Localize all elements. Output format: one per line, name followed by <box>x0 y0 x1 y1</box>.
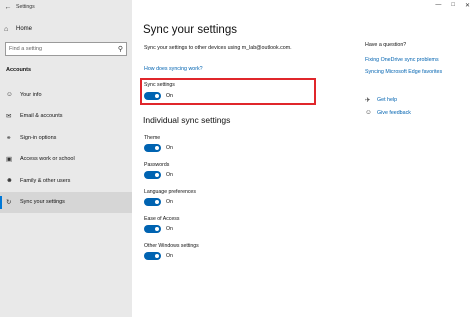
onedrive-sync-link[interactable]: Fixing OneDrive sync problems <box>365 57 439 63</box>
edge-favorites-link[interactable]: Syncing Microsoft Edge favorites <box>365 69 442 75</box>
toggle-state: On <box>166 199 173 205</box>
question-heading: Have a question? <box>365 42 407 48</box>
toggle-state: On <box>166 172 173 178</box>
toggle-state: On <box>166 226 173 232</box>
setting-label: Ease of Access <box>144 216 180 222</box>
main-content: — □ ✕ Sync your settings Sync your setti… <box>132 0 474 317</box>
toggle-knob <box>155 227 159 231</box>
toggle-row: On <box>144 144 173 152</box>
person-icon: ☺ <box>6 91 13 99</box>
sidebar-item-label: Access work or school <box>20 156 75 163</box>
home-label: Home <box>16 26 33 32</box>
window-controls: — □ ✕ <box>435 2 470 9</box>
setting-label: Passwords <box>144 162 170 168</box>
toggle-knob <box>155 173 159 177</box>
sync-settings-toggle-row: On <box>144 92 173 100</box>
toggle-row: On <box>144 198 196 206</box>
get-help-link[interactable]: Get help <box>377 97 397 103</box>
sidebar-item-your-info[interactable]: ☺ Your info <box>0 84 132 106</box>
people-icon: ☻ <box>6 177 13 185</box>
setting-ease-of-access: Ease of Access On <box>144 216 179 233</box>
sidebar-item-access-work[interactable]: ▣ Access work or school <box>0 149 132 171</box>
sync-settings-label: Sync settings <box>144 82 175 88</box>
sidebar-item-sync-settings[interactable]: ↻ Sync your settings <box>0 191 132 213</box>
page-title: Sync your settings <box>143 24 237 36</box>
sidebar-item-email-accounts[interactable]: ✉ Email & accounts <box>0 106 132 128</box>
sidebar-item-family[interactable]: ☻ Family & other users <box>0 170 132 192</box>
sidebar-item-label: Sign-in options <box>20 134 57 141</box>
accounts-section-label: Accounts <box>6 67 32 73</box>
settings-window: ← Settings ⌂ Home Find a setting ⚲ Accou… <box>0 0 474 317</box>
theme-toggle[interactable] <box>144 144 161 152</box>
feedback-icon: ☺ <box>365 109 372 116</box>
toggle-knob <box>155 146 159 150</box>
toggle-row: On <box>144 171 173 179</box>
sidebar: ← Settings ⌂ Home Find a setting ⚲ Accou… <box>0 0 132 317</box>
sidebar-item-sign-in-options[interactable]: ⚭ Sign-in options <box>0 127 132 149</box>
toggle-row: On <box>144 225 179 233</box>
sync-description: Sync your settings to other devices usin… <box>144 45 292 51</box>
key-icon: ⚭ <box>6 134 12 142</box>
individual-sync-heading: Individual sync settings <box>143 115 231 125</box>
setting-label: Language preferences <box>144 189 196 195</box>
sidebar-item-label: Sync your settings <box>20 199 65 206</box>
maximize-icon[interactable]: □ <box>451 2 455 9</box>
mail-icon: ✉ <box>6 113 12 121</box>
ease-of-access-toggle[interactable] <box>144 225 161 233</box>
other-windows-toggle[interactable] <box>144 252 161 260</box>
sidebar-item-label: Your info <box>20 91 42 98</box>
search-icon[interactable]: ⚲ <box>118 45 123 53</box>
get-help-row[interactable]: ✈ Get help <box>365 96 397 104</box>
toggle-row: On <box>144 252 199 260</box>
minimize-icon[interactable]: — <box>435 2 441 9</box>
setting-language: Language preferences On <box>144 189 196 206</box>
setting-label: Other Windows settings <box>144 243 199 249</box>
sync-settings-toggle[interactable] <box>144 92 161 100</box>
setting-label: Theme <box>144 135 161 141</box>
give-feedback-row[interactable]: ☺ Give feedback <box>365 109 411 116</box>
toggle-state: On <box>166 253 173 259</box>
search-input[interactable]: Find a setting ⚲ <box>5 42 127 56</box>
sync-icon: ↻ <box>6 199 12 207</box>
setting-passwords: Passwords On <box>144 162 173 179</box>
help-icon: ✈ <box>365 97 371 104</box>
search-placeholder: Find a setting <box>9 46 43 52</box>
sidebar-item-label: Family & other users <box>20 177 71 184</box>
toggle-knob <box>155 200 159 204</box>
setting-theme: Theme On <box>144 135 173 152</box>
sidebar-item-label: Email & accounts <box>20 113 63 120</box>
sidebar-nav: ☺ Your info ✉ Email & accounts ⚭ Sign-in… <box>0 84 132 213</box>
toggle-knob <box>155 94 159 98</box>
home-icon: ⌂ <box>4 25 9 33</box>
give-feedback-link[interactable]: Give feedback <box>377 110 411 116</box>
close-icon[interactable]: ✕ <box>465 2 470 9</box>
briefcase-icon: ▣ <box>6 156 13 164</box>
window-title: Settings <box>16 4 35 10</box>
passwords-toggle[interactable] <box>144 171 161 179</box>
home-nav-item[interactable]: ⌂ Home <box>4 22 32 36</box>
toggle-state: On <box>166 93 173 99</box>
back-arrow-icon[interactable]: ← <box>0 4 16 11</box>
language-toggle[interactable] <box>144 198 161 206</box>
how-syncing-works-link[interactable]: How does syncing work? <box>144 66 203 72</box>
title-bar: ← Settings <box>0 0 132 14</box>
toggle-state: On <box>166 145 173 151</box>
setting-other-windows: Other Windows settings On <box>144 243 199 260</box>
toggle-knob <box>155 254 159 258</box>
